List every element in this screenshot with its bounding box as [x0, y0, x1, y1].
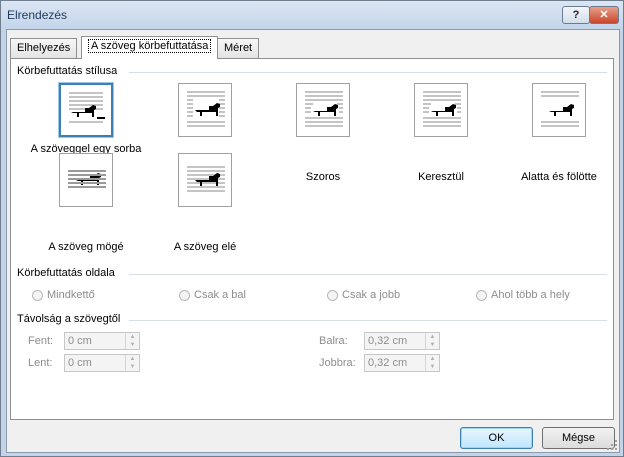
tight-wrap-icon	[305, 91, 343, 127]
distance-top-input[interactable]: 0 cm ▲ ▼	[64, 332, 140, 350]
distance-right-label: Jobbra:	[319, 357, 356, 369]
spin-down-icon[interactable]: ▼	[426, 363, 439, 371]
distance-right-input[interactable]: 0,32 cm ▲ ▼	[364, 354, 440, 372]
divider	[129, 320, 607, 321]
top-bottom-wrap-icon	[541, 91, 579, 127]
radio-largest-only[interactable]	[476, 290, 487, 301]
spin-down-icon[interactable]: ▼	[126, 341, 139, 349]
distance-top-value: 0 cm	[68, 335, 92, 347]
tab-size-label: Méret	[224, 42, 253, 54]
inline-wrap-icon	[69, 92, 105, 123]
window-title: Elrendezés	[7, 8, 68, 22]
tab-position[interactable]: Elhelyezés	[10, 38, 78, 58]
radio-right-only[interactable]	[327, 290, 338, 301]
spin-down-icon[interactable]: ▼	[426, 341, 439, 349]
title-bar[interactable]: Elrendezés ? ✕	[1, 1, 623, 28]
spin-arrows[interactable]: ▲ ▼	[125, 333, 139, 349]
spin-up-icon[interactable]: ▲	[126, 355, 139, 363]
wrap-option-through-label: Keresztül	[418, 171, 464, 183]
tab-size[interactable]: Méret	[217, 38, 260, 58]
spin-up-icon[interactable]: ▲	[426, 355, 439, 363]
ok-button[interactable]: OK	[460, 427, 533, 449]
wrap-side-heading: Körbefuttatás oldala	[17, 267, 115, 279]
distance-right-value: 0,32 cm	[368, 357, 408, 369]
radio-largest-only-label: Ahol több a hely	[491, 289, 570, 301]
wrap-option-top-bottom[interactable]	[532, 83, 586, 137]
distance-bottom-value: 0 cm	[68, 357, 92, 369]
cancel-button[interactable]: Mégse	[542, 427, 615, 449]
square-wrap-icon	[187, 91, 225, 127]
tab-text-wrapping-label: A szöveg körbefuttatása	[88, 39, 212, 53]
wrap-option-tight[interactable]	[296, 83, 350, 137]
tab-panel: Körbefuttatás stílusa A szöveggel egy so…	[10, 58, 614, 420]
wrap-option-behind-text[interactable]	[59, 153, 113, 207]
distance-top-label: Fent:	[28, 335, 54, 347]
through-wrap-icon	[423, 91, 461, 127]
spin-up-icon[interactable]: ▲	[426, 333, 439, 341]
radio-left-only[interactable]	[179, 290, 190, 301]
in-front-text-icon	[187, 166, 225, 192]
wrap-option-in-front-text-label: A szöveg elé	[173, 241, 237, 253]
wrap-option-behind-text-label: A szöveg mögé	[48, 241, 124, 253]
tab-text-wrapping[interactable]: A szöveg körbefuttatása	[81, 36, 219, 59]
distance-heading: Távolság a szövegtől	[17, 313, 121, 325]
radio-left-only-label: Csak a bal	[194, 289, 246, 301]
wrap-option-square[interactable]	[178, 83, 232, 137]
wrap-option-tight-label: Szoros	[305, 171, 341, 183]
spin-up-icon[interactable]: ▲	[126, 333, 139, 341]
behind-text-icon	[68, 170, 106, 188]
distance-left-value: 0,32 cm	[368, 335, 408, 347]
radio-both-sides-label: Mindkettő	[47, 289, 95, 301]
spin-arrows[interactable]: ▲ ▼	[125, 355, 139, 371]
distance-bottom-input[interactable]: 0 cm ▲ ▼	[64, 354, 140, 372]
distance-left-label: Balra:	[319, 335, 348, 347]
wrap-option-in-front-text[interactable]	[178, 153, 232, 207]
divider	[129, 274, 607, 275]
wrap-option-through[interactable]	[414, 83, 468, 137]
help-button[interactable]: ?	[562, 6, 590, 24]
resize-grip-icon[interactable]	[607, 440, 617, 450]
wrap-style-heading: Körbefuttatás stílusa	[17, 65, 118, 77]
divider	[129, 72, 607, 73]
radio-right-only-label: Csak a jobb	[342, 289, 401, 301]
dialog-body: Elhelyezés A szöveg körbefuttatása Méret…	[6, 29, 620, 453]
radio-both-sides[interactable]	[32, 290, 43, 301]
distance-left-input[interactable]: 0,32 cm ▲ ▼	[364, 332, 440, 350]
tab-position-label: Elhelyezés	[17, 42, 71, 54]
spin-arrows[interactable]: ▲ ▼	[425, 333, 439, 349]
spin-down-icon[interactable]: ▼	[126, 363, 139, 371]
distance-bottom-label: Lent:	[28, 357, 53, 369]
layout-dialog: Elrendezés ? ✕ Elhelyezés A szöveg körbe…	[0, 0, 624, 457]
wrap-option-top-bottom-label: Alatta és fölötte	[521, 171, 597, 183]
close-button[interactable]: ✕	[589, 6, 619, 24]
wrap-option-inline[interactable]	[58, 82, 114, 138]
spin-arrows[interactable]: ▲ ▼	[425, 355, 439, 371]
